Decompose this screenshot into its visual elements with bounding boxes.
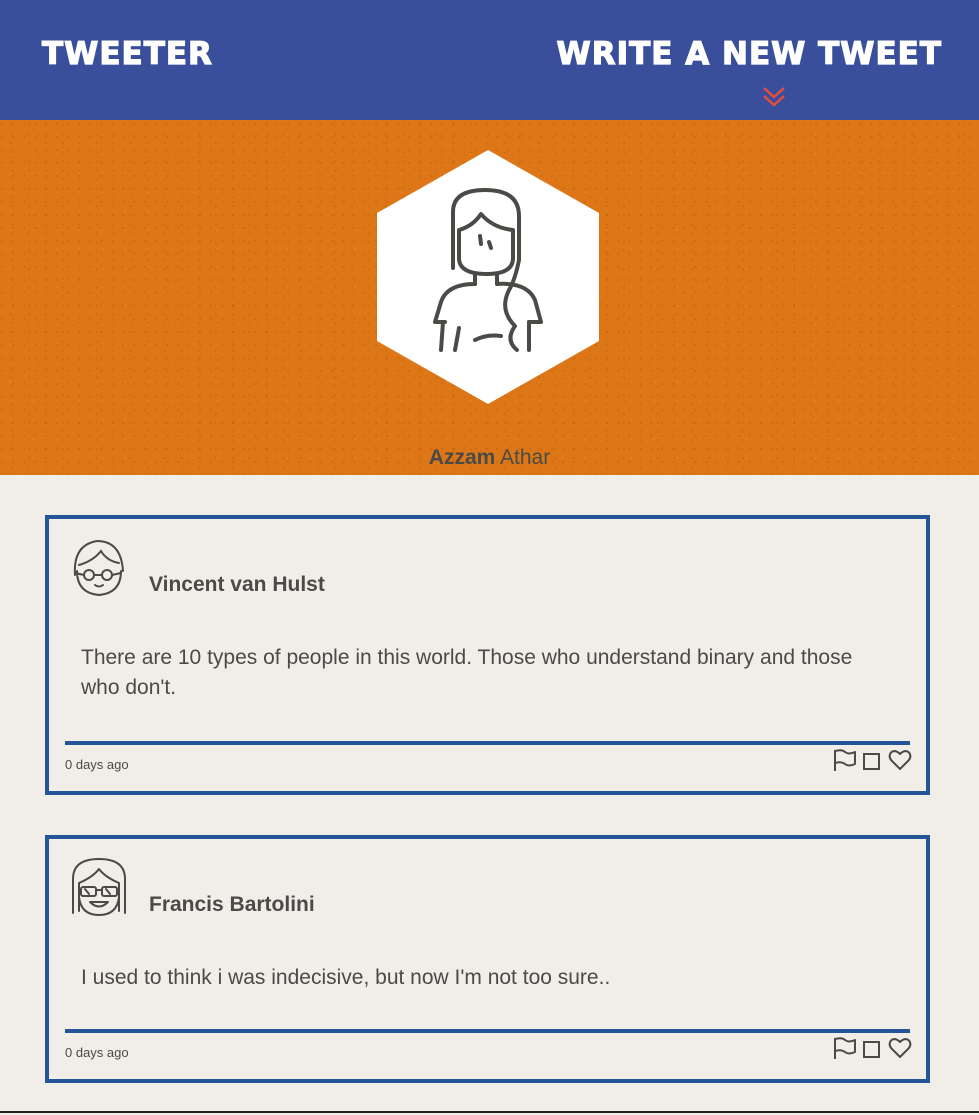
profile-name: Azzam Athar — [0, 446, 979, 470]
heart-icon[interactable] — [888, 1036, 912, 1060]
tweet-actions — [832, 747, 912, 773]
glasses-man-avatar-icon — [73, 539, 124, 597]
tweet-actions — [832, 1035, 912, 1061]
tweet-author[interactable]: Vincent van Hulst — [149, 573, 325, 597]
sunglasses-avatar-icon — [72, 858, 126, 916]
tweet-card: Francis Bartolini I used to think i was … — [45, 835, 930, 1083]
retweet-icon[interactable] — [860, 1036, 884, 1060]
heart-icon[interactable] — [888, 748, 912, 772]
flag-icon[interactable] — [832, 748, 856, 772]
brand-logo[interactable]: TWEETER — [41, 35, 213, 72]
tweet-timestamp: 0 days ago — [65, 1045, 129, 1060]
female-avatar-icon — [377, 150, 599, 404]
tweet-divider — [65, 741, 910, 745]
tweet-divider — [65, 1029, 910, 1033]
profile-first-name: Azzam — [428, 446, 496, 469]
page-bottom-border — [0, 1111, 979, 1113]
tweet-text: I used to think i was indecisive, but no… — [81, 966, 611, 989]
retweet-icon[interactable] — [860, 748, 884, 772]
profile-hero: Azzam Athar — [0, 120, 979, 475]
tweet-card: Vincent van Hulst There are 10 types of … — [45, 515, 930, 795]
tweet-text: There are 10 types of people in this wor… — [81, 646, 853, 699]
profile-last-name: Athar — [500, 446, 551, 469]
write-new-tweet-link[interactable]: WRITE A NEW TWEET — [556, 35, 942, 72]
flag-icon[interactable] — [832, 1036, 856, 1060]
top-navbar: TWEETER WRITE A NEW TWEET — [0, 0, 979, 120]
tweet-timestamp: 0 days ago — [65, 757, 129, 772]
tweet-author[interactable]: Francis Bartolini — [149, 893, 315, 917]
double-chevron-down-icon[interactable] — [761, 86, 787, 108]
